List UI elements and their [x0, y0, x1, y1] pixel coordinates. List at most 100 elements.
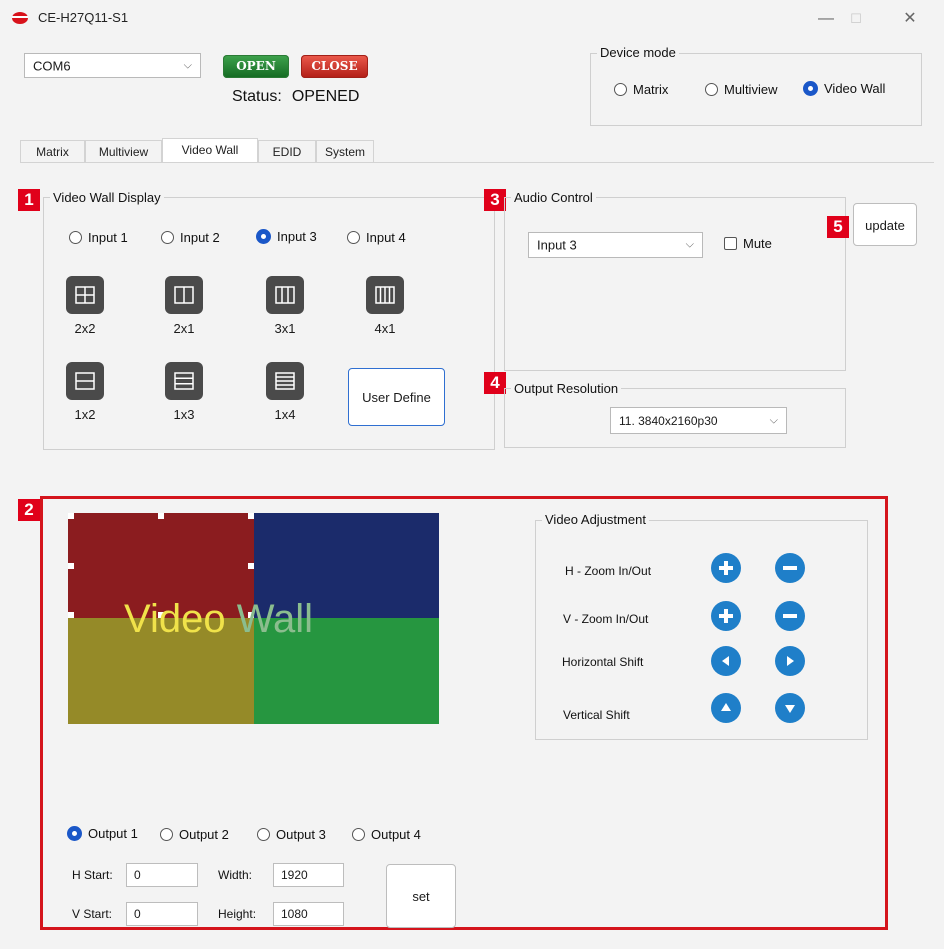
layout-label-3x1: 3x1 [274, 321, 296, 336]
status-label: Status: [232, 88, 282, 105]
resize-handle[interactable] [68, 513, 74, 519]
radio-icon [257, 828, 270, 842]
com-port-value: COM6 [33, 58, 71, 73]
audio-control-group [504, 197, 846, 371]
input-radio-1[interactable]: Input 1 [69, 229, 128, 245]
grid-2x2-icon [75, 286, 95, 304]
mode-label-multiview: Multiview [724, 82, 778, 98]
watermark-part1: Video [124, 597, 226, 641]
set-button[interactable]: set [386, 864, 456, 928]
layout-1x2-button[interactable] [66, 362, 104, 400]
output-resolution-select[interactable]: 11. 3840x2160p30 ⌵ [610, 407, 787, 434]
audio-control-label: Audio Control [511, 190, 596, 205]
layout-label-2x2: 2x2 [74, 321, 96, 336]
h-zoom-out-button[interactable] [775, 553, 805, 583]
layout-label-1x2: 1x2 [74, 407, 96, 422]
grid-3x1-icon [275, 286, 295, 304]
height-input[interactable]: 1080 [273, 902, 344, 926]
h-zoom-in-button[interactable] [711, 553, 741, 583]
connection-status: Status: OPENED [232, 88, 359, 106]
width-input[interactable]: 1920 [273, 863, 344, 887]
status-value: OPENED [291, 88, 360, 105]
layout-1x3-button[interactable] [165, 362, 203, 400]
input-radio-3[interactable]: Input 3 [256, 228, 317, 245]
app-window: CE-H27Q11-S1 — ☐ ✕ COM6 ⌵ OPEN CLOSE Sta… [0, 0, 944, 949]
height-label: Height: [218, 907, 257, 921]
grid-1x3-icon [174, 372, 194, 390]
annotation-badge-4: 4 [484, 372, 506, 394]
v-zoom-out-button[interactable] [775, 601, 805, 631]
mode-radio-multiview[interactable]: Multiview [705, 81, 777, 97]
shift-left-button[interactable] [711, 646, 741, 676]
v-start-input[interactable]: 0 [126, 902, 198, 926]
close-button[interactable]: CLOSE [301, 55, 368, 78]
tab-edid[interactable]: EDID [258, 140, 316, 162]
maximize-button[interactable]: ☐ [833, 6, 879, 32]
shift-up-button[interactable] [711, 693, 741, 723]
chevron-down-icon: ⌵ [685, 238, 694, 251]
output-radio-2[interactable]: Output 2 [160, 826, 229, 842]
arrow-right-icon [787, 656, 794, 666]
resize-handle[interactable] [158, 513, 164, 519]
radio-icon [352, 828, 365, 842]
audio-source-select[interactable]: Input 3 ⌵ [528, 232, 703, 258]
h-zoom-label: H - Zoom In/Out [565, 564, 652, 578]
output-resolution-value: 11. 3840x2160p30 [619, 413, 718, 428]
layout-1x4-button[interactable] [266, 362, 304, 400]
output-radio-3[interactable]: Output 3 [257, 826, 326, 842]
tab-divider [20, 162, 934, 163]
tab-multiview[interactable]: Multiview [85, 140, 162, 162]
user-define-button[interactable]: User Define [348, 368, 445, 426]
radio-icon [705, 83, 718, 97]
v-zoom-in-button[interactable] [711, 601, 741, 631]
tab-system[interactable]: System [316, 140, 374, 162]
output-radio-4[interactable]: Output 4 [352, 826, 421, 842]
video-wall-preview[interactable]: Video Wall [68, 513, 439, 724]
mode-radio-video-wall[interactable]: Video Wall [803, 80, 886, 97]
resize-handle[interactable] [248, 563, 254, 569]
input-radio-2[interactable]: Input 2 [161, 229, 220, 245]
open-button[interactable]: OPEN [223, 55, 289, 78]
layout-3x1-button[interactable] [266, 276, 304, 314]
output-radio-1[interactable]: Output 1 [67, 825, 138, 842]
grid-1x2-icon [75, 372, 95, 390]
close-icon: ✕ [903, 10, 917, 27]
shift-right-button[interactable] [775, 646, 805, 676]
mode-radio-matrix[interactable]: Matrix [614, 81, 668, 97]
mode-label-matrix: Matrix [633, 82, 669, 98]
chevron-down-icon: ⌵ [769, 414, 778, 426]
resize-handle[interactable] [68, 612, 74, 618]
layout-label-2x1: 2x1 [173, 321, 195, 336]
output-label-1: Output 1 [88, 826, 138, 842]
radio-icon [161, 231, 174, 245]
tab-video-wall[interactable]: Video Wall [162, 138, 258, 162]
mode-label-video-wall: Video Wall [824, 81, 886, 97]
input-radio-4[interactable]: Input 4 [347, 229, 406, 245]
update-button[interactable]: update [853, 203, 917, 246]
mute-checkbox[interactable]: Mute [724, 235, 772, 251]
layout-4x1-button[interactable] [366, 276, 404, 314]
v-start-label: V Start: [72, 907, 113, 921]
plus-icon [719, 609, 733, 623]
h-start-label: H Start: [72, 868, 113, 882]
shift-down-button[interactable] [775, 693, 805, 723]
arrow-down-icon [785, 705, 795, 713]
grid-4x1-icon [375, 286, 395, 304]
chevron-down-icon: ⌵ [183, 59, 192, 71]
arrow-left-icon [722, 656, 729, 666]
input-label-1: Input 1 [88, 230, 128, 246]
radio-selected-icon [803, 81, 818, 97]
resize-handle[interactable] [68, 563, 74, 569]
radio-selected-icon [67, 826, 82, 842]
layout-2x1-button[interactable] [165, 276, 203, 314]
annotation-badge-1: 1 [18, 189, 40, 211]
close-window-button[interactable]: ✕ [887, 6, 933, 32]
device-mode-label: Device mode [597, 45, 679, 60]
resize-handle[interactable] [248, 513, 254, 519]
tab-matrix[interactable]: Matrix [20, 140, 85, 162]
layout-2x2-button[interactable] [66, 276, 104, 314]
com-port-select[interactable]: COM6 ⌵ [24, 53, 201, 78]
arrow-up-icon [721, 703, 731, 711]
h-start-input[interactable]: 0 [126, 863, 198, 887]
input-label-2: Input 2 [180, 230, 220, 246]
